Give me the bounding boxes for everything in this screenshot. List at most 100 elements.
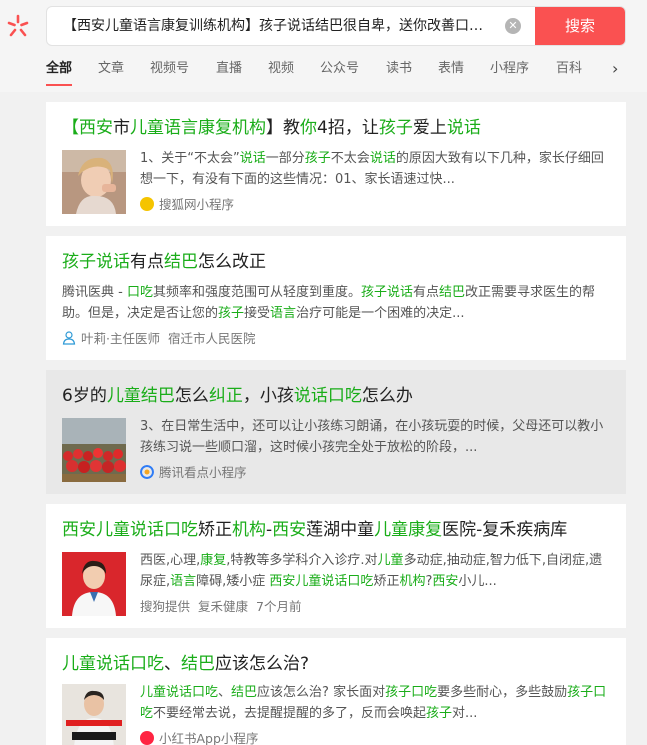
keyword-highlight: 纠正 bbox=[208, 386, 243, 406]
keyword-highlight: 孩子说话 bbox=[361, 285, 414, 300]
text-segment: 腾讯医典 - bbox=[62, 285, 127, 300]
text-segment: 小儿... bbox=[458, 574, 497, 589]
text-segment: 矫正 bbox=[198, 520, 232, 540]
search-header: 【西安儿童语言康复训练机构】孩子说话结巴很自卑，送你改善口吃... ✕ 搜索 全… bbox=[0, 0, 647, 92]
thumbnail-image bbox=[62, 150, 126, 214]
tab-all[interactable]: 全部 bbox=[46, 58, 72, 80]
result-title[interactable]: 6岁的儿童结巴怎么纠正，小孩说话口吃怎么办 bbox=[62, 384, 413, 408]
result-snippet: 儿童说话口吃、结巴应该怎么治? 家长面对孩子口吃要多些耐心，多些鼓励孩子口吃不要… bbox=[140, 682, 610, 724]
tab-official-accounts[interactable]: 公众号 bbox=[320, 58, 359, 80]
text-segment: 爱上 bbox=[412, 118, 447, 138]
keyword-highlight: 西安 bbox=[272, 520, 307, 540]
text-segment: 不要经常去说，去提醒提醒的多了，反而会唤起 bbox=[153, 706, 427, 721]
text-segment: 怎么 bbox=[174, 386, 209, 406]
result-source[interactable]: 小红书App小程序 bbox=[140, 730, 258, 745]
result-source[interactable]: 搜狗提供 复禾健康 7个月前 bbox=[140, 598, 301, 616]
keyword-highlight: 【西安 bbox=[62, 118, 113, 138]
result-title[interactable]: 西安儿童说话口吃矫正机构-西安莲湖中童儿童康复医院-复禾疾病库 bbox=[62, 518, 567, 542]
result-snippet: 3、在日常生活中，还可以让小孩练习朗诵，在小孩玩耍的时候，父母还可以教小孩练习说… bbox=[140, 416, 610, 458]
keyword-highlight: 结巴 bbox=[164, 252, 198, 272]
keyword-highlight: 孩子 bbox=[426, 706, 453, 721]
doctor-icon bbox=[62, 331, 76, 345]
result-snippet: 1、关于“不太会”说话一部分孩子不太会说话的原因大致有以下几种，家长仔细回想一下… bbox=[140, 148, 610, 190]
keyword-highlight: 孩子 bbox=[218, 306, 245, 321]
sohu-icon bbox=[140, 197, 154, 211]
text-segment: 3、在日常生活中，还可以让小孩练习朗诵，在小孩玩耍的时候，父母还可以教小孩练习说… bbox=[140, 419, 604, 455]
text-segment: 其频率和强度范围可从轻度到重度。 bbox=[152, 285, 361, 300]
result-source[interactable]: 腾讯看点小程序 bbox=[140, 464, 247, 482]
category-tabs: 全部 文章 视频号 直播 视频 公众号 读书 表情 小程序 百科 › bbox=[46, 58, 646, 88]
keyword-highlight: 西安 bbox=[432, 574, 459, 589]
keyword-highlight: 说话口吃 bbox=[293, 386, 362, 406]
text-segment: 治疗可能是一个困难的决定... bbox=[296, 306, 465, 321]
keyword-highlight: 机构 bbox=[399, 574, 426, 589]
tab-encyclopedia[interactable]: 百科 bbox=[556, 58, 582, 80]
text-segment: ,特教等多学科介入诊疗.对 bbox=[226, 553, 378, 568]
tab-books[interactable]: 读书 bbox=[386, 58, 412, 80]
keyword-highlight: 说话 bbox=[446, 118, 481, 138]
result-snippet: 西医,心理,康复,特教等多学科介入诊疗.对儿童多动症,抽动症,智力低下,自闭症,… bbox=[140, 550, 610, 592]
keyword-highlight: 孩子 bbox=[378, 118, 413, 138]
tab-articles[interactable]: 文章 bbox=[98, 58, 124, 80]
keyword-highlight: 儿童康复 bbox=[374, 520, 443, 540]
text-segment: 莲湖中童 bbox=[306, 520, 375, 540]
text-segment: 、 bbox=[164, 654, 181, 674]
tab-stickers[interactable]: 表情 bbox=[438, 58, 464, 80]
tab-mini-programs[interactable]: 小程序 bbox=[490, 58, 529, 80]
text-segment: 有点 bbox=[130, 252, 164, 272]
text-segment: 1、关于“不太会” bbox=[140, 151, 240, 166]
text-segment: 不太会 bbox=[330, 151, 370, 166]
keyword-highlight: 康复 bbox=[200, 553, 227, 568]
keyword-highlight: 孩子说话 bbox=[62, 252, 130, 272]
keyword-highlight: 口吃 bbox=[126, 285, 153, 300]
result-card[interactable]: 【西安市儿童语言康复机构】教你4招，让孩子爱上说话 1、关于“不太会”说话一部分… bbox=[46, 102, 626, 226]
keyword-highlight: 孩子 bbox=[304, 151, 331, 166]
chevron-right-icon[interactable]: › bbox=[612, 60, 618, 78]
thumbnail-image bbox=[62, 684, 126, 745]
keyword-highlight: 儿童 bbox=[377, 553, 404, 568]
keyword-highlight: 机构 bbox=[232, 520, 266, 540]
result-card[interactable]: 儿童说话口吃、结巴应该怎么治? 儿童说话口吃、结巴应该怎么治? 家长面对孩子口吃… bbox=[46, 638, 626, 745]
search-button[interactable]: 搜索 bbox=[535, 7, 625, 45]
keyword-highlight: 说话 bbox=[239, 151, 266, 166]
text-segment: 应该怎么治? 家长面对 bbox=[257, 685, 386, 700]
search-box: 【西安儿童语言康复训练机构】孩子说话结巴很自卑，送你改善口吃... ✕ 搜索 bbox=[46, 6, 626, 46]
active-tab-indicator bbox=[46, 84, 72, 86]
keyword-highlight: 说话 bbox=[369, 151, 396, 166]
result-title[interactable]: 儿童说话口吃、结巴应该怎么治? bbox=[62, 652, 309, 676]
thumbnail-image bbox=[62, 418, 126, 482]
result-source[interactable]: 搜狐网小程序 bbox=[140, 196, 234, 214]
text-segment: 医院-复禾疾病库 bbox=[442, 520, 568, 540]
keyword-highlight: 你 bbox=[300, 118, 317, 138]
keyword-highlight: 儿童说话口吃 bbox=[62, 654, 164, 674]
tab-channels[interactable]: 视频号 bbox=[150, 58, 189, 80]
text-segment: 对... bbox=[452, 706, 478, 721]
text-segment: ，小孩 bbox=[242, 386, 294, 406]
keyword-highlight: 结巴 bbox=[439, 285, 466, 300]
result-card[interactable]: 西安儿童说话口吃矫正机构-西安莲湖中童儿童康复医院-复禾疾病库 西医,心理,康复… bbox=[46, 504, 626, 628]
clear-search-icon[interactable]: ✕ bbox=[505, 18, 521, 34]
tencent-kandian-icon bbox=[140, 465, 154, 479]
text-segment: 市 bbox=[113, 118, 130, 138]
text-segment: 障碍,矮小症 bbox=[196, 574, 270, 589]
doctor-info[interactable]: 叶莉·主任医师 宿迁市人民医院 bbox=[62, 330, 256, 348]
result-title[interactable]: 孩子说话有点结巴怎么改正 bbox=[62, 250, 266, 274]
keyword-highlight: 语言 bbox=[270, 306, 297, 321]
result-card[interactable]: 孩子说话有点结巴怎么改正 腾讯医典 - 口吃其频率和强度范围可从轻度到重度。孩子… bbox=[46, 236, 626, 360]
text-segment: 一部分 bbox=[265, 151, 305, 166]
thumbnail-image bbox=[62, 552, 126, 616]
keyword-highlight: 西安儿童说话口吃 bbox=[269, 574, 374, 589]
sougou-logo-icon bbox=[7, 14, 29, 37]
keyword-highlight: 儿童说话口吃 bbox=[140, 685, 219, 700]
search-input[interactable]: 【西安儿童语言康复训练机构】孩子说话结巴很自卑，送你改善口吃... bbox=[63, 7, 491, 45]
result-card[interactable]: 6岁的儿童结巴怎么纠正，小孩说话口吃怎么办 3、在日常生活中，还可以让小孩练习朗… bbox=[46, 370, 626, 494]
text-segment: 应该怎么治? bbox=[215, 654, 310, 674]
text-segment: 4招，让 bbox=[317, 118, 379, 138]
tab-live[interactable]: 直播 bbox=[216, 58, 242, 80]
text-segment: 有点 bbox=[413, 285, 440, 300]
tab-video[interactable]: 视频 bbox=[268, 58, 294, 80]
result-snippet: 腾讯医典 - 口吃其频率和强度范围可从轻度到重度。孩子说话有点结巴改正需要寻求医… bbox=[62, 282, 610, 324]
result-title[interactable]: 【西安市儿童语言康复机构】教你4招，让孩子爱上说话 bbox=[62, 116, 481, 140]
text-segment: 6岁的 bbox=[62, 386, 107, 406]
text-segment: 要多些耐心，多些鼓励 bbox=[437, 685, 568, 700]
